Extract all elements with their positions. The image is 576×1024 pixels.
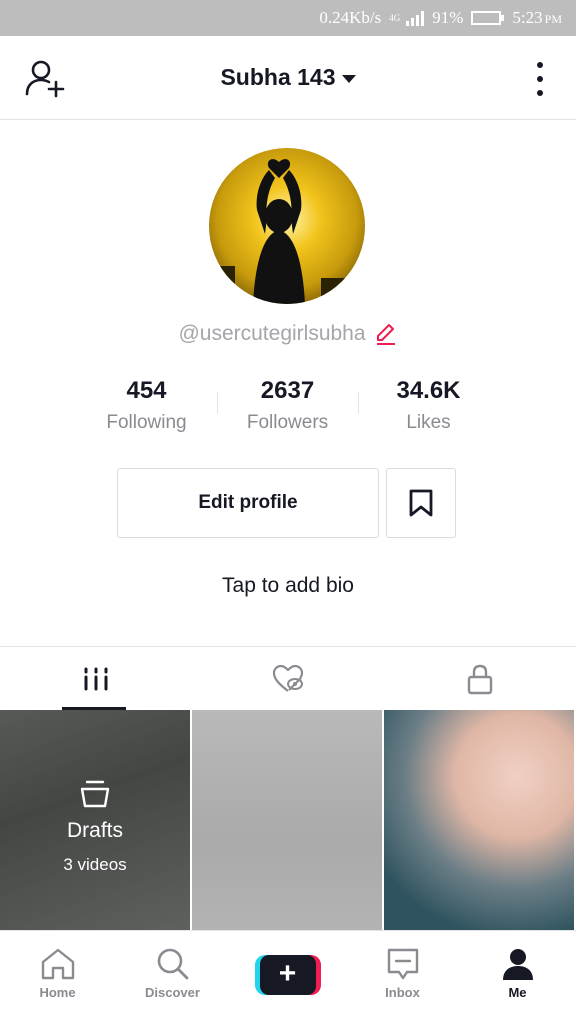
stat-value: 2637 — [260, 377, 315, 404]
tab-videos[interactable] — [0, 647, 192, 710]
nav-me[interactable]: Me — [460, 931, 575, 1024]
lock-icon — [467, 664, 493, 694]
person-icon — [502, 949, 533, 980]
network-type: 4G — [389, 13, 401, 23]
stat-label: Followers — [246, 412, 329, 433]
battery-percent: 91% — [432, 8, 464, 27]
tab-private[interactable] — [384, 647, 576, 710]
avatar[interactable] — [209, 148, 365, 304]
edit-pencil-icon[interactable] — [374, 322, 398, 346]
video-thumbnail[interactable] — [384, 710, 574, 930]
drafts-count: 3 videos — [63, 855, 127, 874]
clock-ampm: PM — [544, 12, 562, 26]
plus-icon: + — [259, 955, 316, 995]
page-title: Subha 143 — [220, 64, 336, 90]
create-button[interactable]: + — [254, 955, 321, 995]
signal-icon — [406, 10, 425, 26]
bookmark-icon — [409, 489, 433, 517]
chevron-down-icon — [341, 75, 356, 83]
inbox-icon — [387, 948, 418, 980]
liked-private-icon — [272, 664, 304, 692]
stat-following[interactable]: 454 Following — [76, 374, 217, 438]
profile-tabs — [0, 646, 576, 710]
drafts-overlay: Drafts 3 videos — [0, 710, 190, 930]
drafts-title: Drafts — [66, 819, 123, 842]
stat-label: Likes — [406, 412, 451, 433]
home-icon — [41, 948, 74, 980]
username: @usercutegirlsubha — [178, 322, 366, 345]
search-icon — [157, 948, 188, 980]
nav-label: Discover — [145, 985, 200, 1000]
stat-label: Following — [106, 412, 187, 433]
profile-header: Subha 143 — [0, 36, 576, 120]
nav-inbox[interactable]: Inbox — [345, 931, 460, 1024]
stat-value: 454 — [126, 377, 167, 404]
tab-liked[interactable] — [192, 647, 384, 710]
nav-discover[interactable]: Discover — [115, 931, 230, 1024]
bio-placeholder[interactable]: Tap to add bio — [0, 574, 576, 598]
battery-icon — [471, 11, 505, 25]
drafts-icon — [80, 780, 110, 808]
nav-home[interactable]: Home — [0, 931, 115, 1024]
more-vertical-icon[interactable] — [534, 62, 546, 96]
edit-profile-button[interactable]: Edit profile — [117, 468, 379, 538]
account-switcher[interactable]: Subha 143 — [220, 64, 356, 91]
nav-label: Me — [508, 985, 527, 1000]
stat-likes[interactable]: 34.6K Likes — [358, 374, 499, 438]
status-bar: 0.24Kb/s 4G 91% 5:23 PM — [0, 0, 576, 36]
profile-stats: 454 Following 2637 Followers 34.6K Likes — [76, 374, 500, 438]
video-thumbnail[interactable] — [192, 710, 382, 930]
bottom-nav: Home Discover + Inbox Me — [0, 930, 576, 1024]
favorites-button[interactable] — [386, 468, 456, 538]
nav-label: Inbox — [385, 985, 420, 1000]
username-row: @usercutegirlsubha — [0, 322, 576, 346]
nav-label: Home — [39, 985, 76, 1000]
drafts-tile[interactable]: Drafts 3 videos — [0, 710, 190, 930]
video-grid: Drafts 3 videos — [0, 710, 576, 930]
stat-value: 34.6K — [396, 377, 461, 404]
net-speed: 0.24Kb/s — [319, 8, 382, 27]
nav-create[interactable]: + — [230, 931, 345, 1024]
stat-followers[interactable]: 2637 Followers — [217, 374, 358, 438]
add-user-icon[interactable] — [24, 58, 66, 98]
clock: 5:23 — [512, 8, 543, 27]
grid-icon — [84, 667, 108, 690]
